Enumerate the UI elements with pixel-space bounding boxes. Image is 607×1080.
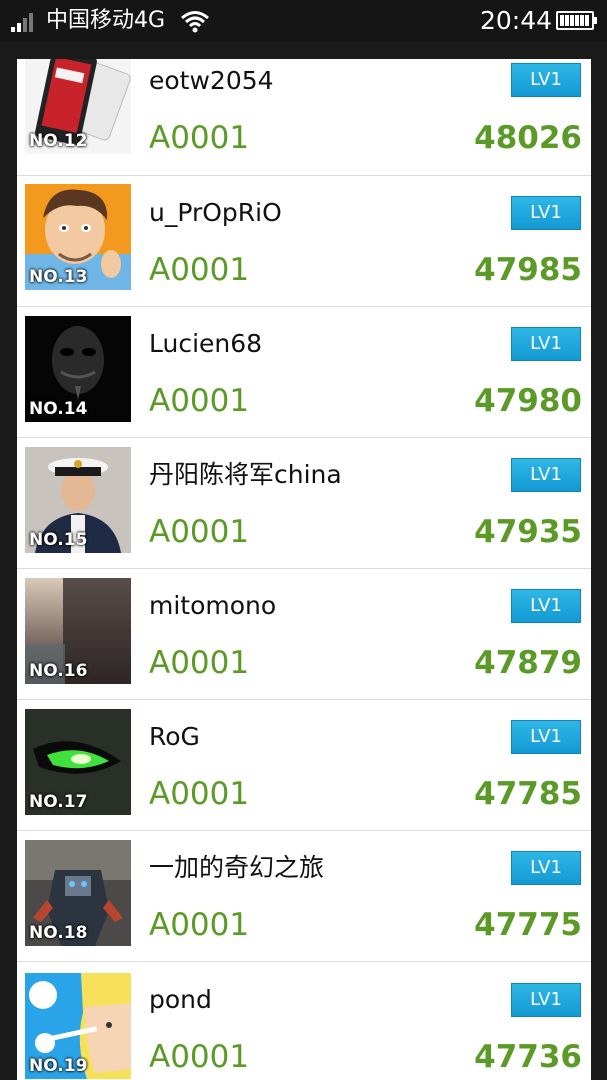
avatar: NO.15 [25,447,131,553]
battery-icon [556,11,597,30]
list-item[interactable]: NO.17 RoG A0001 47785 LV1 [17,700,591,831]
device-model: A0001 [149,514,250,550]
rank-label: NO.12 [29,131,88,151]
avatar: NO.12 [25,59,131,154]
device-model: A0001 [149,120,250,156]
level-badge[interactable]: LV1 [511,589,581,623]
device-model: A0001 [149,907,250,943]
score-value: 47935 [474,514,582,550]
score-value: 48026 [474,120,582,156]
rank-label: NO.13 [29,267,88,287]
player-name: mitomono [149,591,277,620]
status-bar: 中国移动4G 20:44 [0,0,607,42]
rank-label: NO.14 [29,399,88,419]
list-item[interactable]: NO.16 mitomono A0001 47879 LV1 [17,569,591,700]
score-value: 47980 [474,383,582,419]
wifi-icon [181,11,209,33]
device-model: A0001 [149,1039,250,1075]
rank-label: NO.19 [29,1056,88,1076]
clock: 20:44 [480,6,553,35]
level-badge[interactable]: LV1 [511,196,581,230]
avatar: NO.19 [25,973,131,1079]
avatar: NO.14 [25,316,131,422]
level-badge[interactable]: LV1 [511,720,581,754]
level-badge[interactable]: LV1 [511,327,581,361]
level-badge[interactable]: LV1 [511,63,581,97]
rank-label: NO.18 [29,923,88,943]
player-name: eotw2054 [149,66,274,95]
score-value: 47775 [474,907,582,943]
player-name: 一加的奇幻之旅 [149,853,325,882]
score-value: 47879 [474,645,582,681]
avatar: NO.17 [25,709,131,815]
player-name: pond [149,985,212,1014]
avatar: NO.16 [25,578,131,684]
list-item[interactable]: NO.12 eotw2054 A0001 48026 LV1 [17,59,591,176]
list-item[interactable]: NO.15 丹阳陈将军china A0001 47935 LV1 [17,438,591,569]
signal-strength-icon [11,13,39,32]
player-name: Lucien68 [149,329,263,358]
score-value: 47736 [474,1039,582,1075]
leaderboard-list[interactable]: NO.12 eotw2054 A0001 48026 LV1 NO.13 u_P… [17,59,591,1080]
rank-label: NO.15 [29,530,88,550]
carrier-label: 中国移动4G [46,8,166,33]
avatar: NO.18 [25,840,131,946]
level-badge[interactable]: LV1 [511,851,581,885]
rank-label: NO.17 [29,792,88,812]
list-item[interactable]: NO.18 一加的奇幻之旅 A0001 47775 LV1 [17,831,591,962]
device-model: A0001 [149,776,250,812]
list-item[interactable]: NO.14 Lucien68 A0001 47980 LV1 [17,307,591,438]
score-value: 47785 [474,776,582,812]
device-model: A0001 [149,383,250,419]
device-model: A0001 [149,252,250,288]
rank-label: NO.16 [29,661,88,681]
player-name: 丹阳陈将军china [149,460,342,489]
list-item[interactable]: NO.19 pond A0001 47736 LV1 [17,962,591,1080]
device-model: A0001 [149,645,250,681]
player-name: RoG [149,722,200,751]
level-badge[interactable]: LV1 [511,458,581,492]
avatar: NO.13 [25,184,131,290]
level-badge[interactable]: LV1 [511,983,581,1017]
score-value: 47985 [474,252,582,288]
list-item[interactable]: NO.13 u_PrOpRiO A0001 47985 LV1 [17,176,591,307]
player-name: u_PrOpRiO [149,198,282,227]
